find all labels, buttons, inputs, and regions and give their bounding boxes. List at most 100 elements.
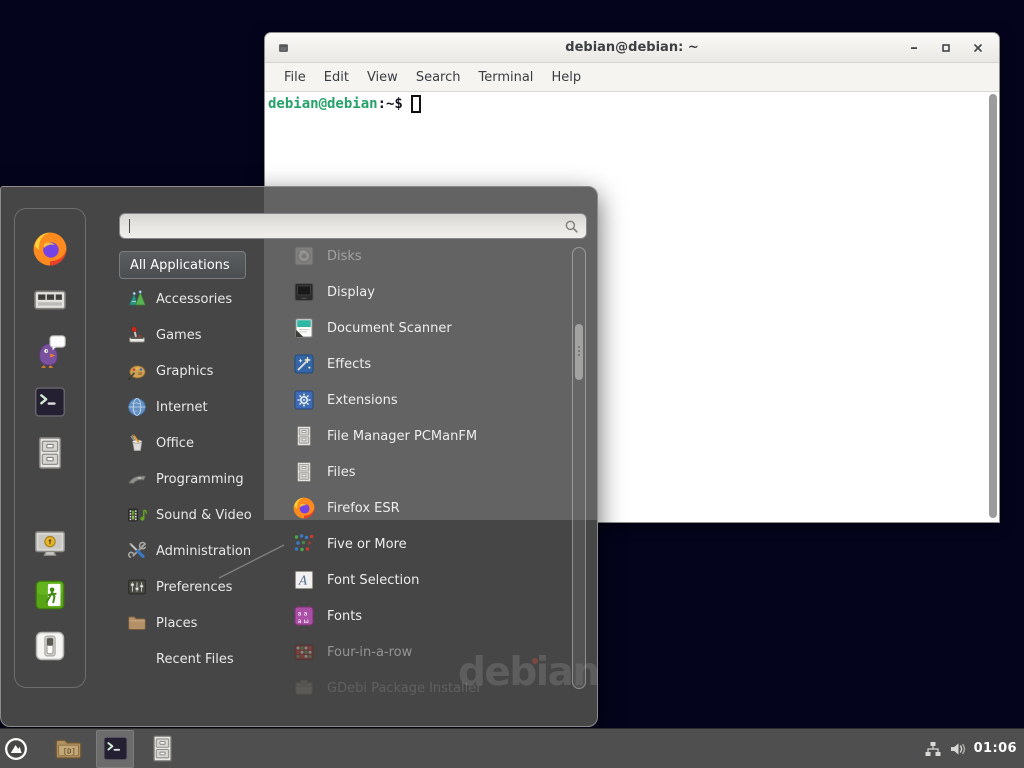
terminal-scrollbar[interactable] <box>988 94 997 518</box>
terminal-menu-edit[interactable]: Edit <box>315 70 358 85</box>
file-cabinet-icon <box>31 434 69 472</box>
games-icon <box>126 324 148 346</box>
close-icon[interactable] <box>973 43 983 53</box>
window-title: debian@debian: ~ <box>265 40 999 55</box>
app-label: Extensions <box>327 393 398 408</box>
volume-icon[interactable] <box>949 740 967 758</box>
maximize-icon[interactable] <box>941 43 951 53</box>
document-scanner-icon <box>292 316 316 340</box>
desktop: debian@debian: ~ FileEditViewSearchTermi… <box>0 0 1024 768</box>
application-menu: debian All ApplicationsAccessoriesGamesG… <box>0 186 598 727</box>
category-administration[interactable]: Administration <box>119 533 271 569</box>
app-label: File Manager PCManFM <box>327 429 477 444</box>
logout-icon <box>32 577 68 613</box>
category-games[interactable]: Games <box>119 317 271 353</box>
shutdown-button[interactable] <box>32 628 68 664</box>
firefox-icon <box>31 230 69 268</box>
network-icon[interactable] <box>924 740 942 758</box>
favorite-onboard-keyboard[interactable] <box>31 281 69 319</box>
four-in-a-row-icon <box>292 640 316 664</box>
app-display[interactable]: Display <box>286 274 570 310</box>
logout-button[interactable] <box>32 577 68 613</box>
category-list: All Applications Accessories Games Graphics… <box>119 247 271 677</box>
terminal-menu-view[interactable]: View <box>358 70 407 85</box>
search-input[interactable] <box>130 216 564 236</box>
taskbar-launchers: [D] <box>0 729 181 768</box>
terminal-titlebar[interactable]: debian@debian: ~ <box>265 33 999 63</box>
category-recent-files[interactable]: Recent Files <box>119 641 271 677</box>
clock[interactable]: 01:06 <box>974 741 1017 756</box>
category-internet[interactable]: Internet <box>119 389 271 425</box>
category-accessories[interactable]: Accessories <box>119 281 271 317</box>
app-gdebi-package-installer[interactable]: GDebi Package Installer <box>286 670 570 706</box>
app-file-manager-pcmanfm[interactable]: File Manager PCManFM <box>286 418 570 454</box>
taskbar-file-manager-launcher[interactable] <box>143 730 181 768</box>
app-list: DisksDisplay Document Scanner Effects Exten… <box>286 238 570 706</box>
app-document-scanner[interactable]: Document Scanner <box>286 310 570 346</box>
app-five-or-more[interactable]: Five or More <box>286 526 570 562</box>
search-field[interactable] <box>119 213 587 239</box>
app-firefox-esr[interactable]: Firefox ESR <box>286 490 570 526</box>
favorite-file-cabinet[interactable] <box>31 434 69 472</box>
category-preferences[interactable]: Preferences <box>119 569 271 605</box>
effects-icon <box>292 352 316 376</box>
app-list-scrollbar-thumb[interactable] <box>575 324 583 380</box>
app-label: Fonts <box>327 609 362 624</box>
category-graphics[interactable]: Graphics <box>119 353 271 389</box>
terminal-scrollbar-thumb[interactable] <box>989 94 997 518</box>
terminal-icon <box>31 383 69 421</box>
taskbar-files-folder-launcher[interactable]: [D] <box>49 730 87 768</box>
app-files[interactable]: Files <box>286 454 570 490</box>
terminal-menu-file[interactable]: File <box>275 70 315 85</box>
shell-prompt: debian@debian:~$ <box>268 95 421 113</box>
category-programming[interactable]: Programming <box>119 461 271 497</box>
app-list-scrollbar[interactable] <box>572 247 586 689</box>
app-four-in-a-row[interactable]: Four-in-a-row <box>286 634 570 670</box>
category-label: All Applications <box>130 258 230 273</box>
accessories-icon <box>126 288 148 310</box>
minimize-icon[interactable] <box>909 43 919 53</box>
onboard-keyboard-icon <box>31 281 69 319</box>
favorite-pidgin[interactable] <box>31 332 69 370</box>
fonts-icon: a aa ω <box>292 604 316 628</box>
terminal-menu-search[interactable]: Search <box>407 70 470 85</box>
search-icon <box>564 219 579 234</box>
category-all-applications[interactable]: All Applications <box>119 251 246 279</box>
app-label: Five or More <box>327 537 407 552</box>
extensions-icon <box>292 388 316 412</box>
favorites-panel <box>14 208 86 688</box>
terminal-menubar: FileEditViewSearchTerminalHelp <box>265 63 999 92</box>
favorite-firefox[interactable] <box>31 230 69 268</box>
category-label: Accessories <box>156 292 232 307</box>
system-tray: 01:06 <box>924 740 1024 758</box>
app-fonts[interactable]: a aa ω Fonts <box>286 598 570 634</box>
font-selection-icon: A <box>292 568 316 592</box>
app-label: Files <box>327 465 356 480</box>
taskbar-terminal-launcher[interactable] <box>96 730 134 768</box>
app-label: Document Scanner <box>327 321 452 336</box>
category-label: Graphics <box>156 364 213 379</box>
taskbar-menu-button[interactable] <box>3 730 29 768</box>
svg-text:a ω: a ω <box>298 617 309 625</box>
lock-screen-button[interactable] <box>32 526 68 562</box>
category-office[interactable]: Office <box>119 425 271 461</box>
prompt-user: debian@debian <box>268 96 378 112</box>
preferences-icon <box>126 576 148 598</box>
category-places[interactable]: Places <box>119 605 271 641</box>
prompt-suffix: :~$ <box>378 96 403 112</box>
category-label: Recent Files <box>156 652 234 667</box>
category-label: Administration <box>156 544 251 559</box>
terminal-icon <box>100 733 131 764</box>
administration-icon <box>126 540 148 562</box>
category-sound-video[interactable]: Sound & Video <box>119 497 271 533</box>
app-font-selection[interactable]: AFont Selection <box>286 562 570 598</box>
app-extensions[interactable]: Extensions <box>286 382 570 418</box>
app-effects[interactable]: Effects <box>286 346 570 382</box>
office-icon <box>126 432 148 454</box>
favorite-terminal[interactable] <box>31 383 69 421</box>
app-disks[interactable]: Disks <box>286 238 570 274</box>
terminal-menu-help[interactable]: Help <box>542 70 590 85</box>
category-label: Internet <box>156 400 208 415</box>
app-label: Firefox ESR <box>327 501 400 516</box>
terminal-menu-terminal[interactable]: Terminal <box>469 70 542 85</box>
